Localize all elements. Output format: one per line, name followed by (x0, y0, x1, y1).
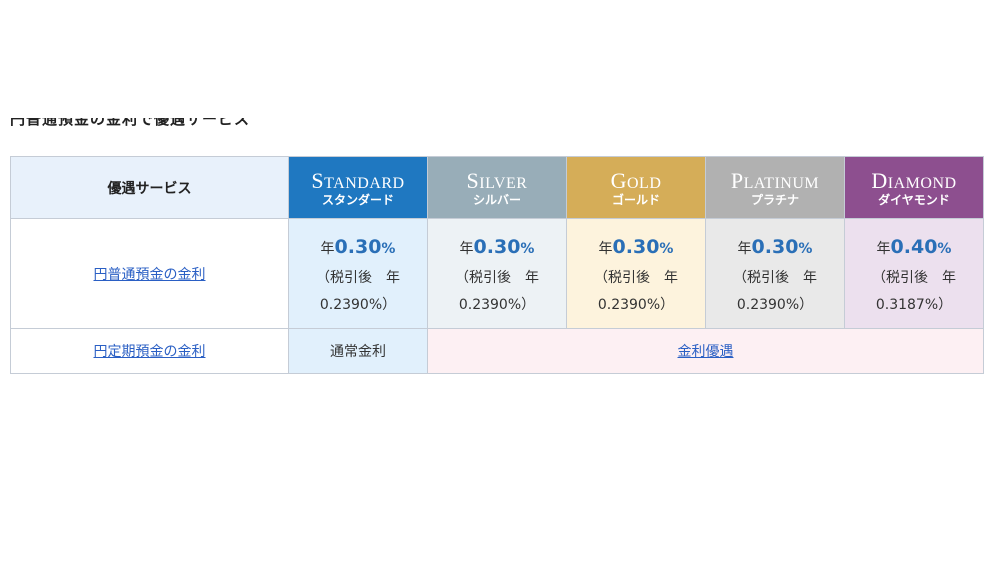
section-heading-cut: 円普通預金の金利で優遇サービス (10, 118, 310, 136)
rate-cell-platinum: 年0.30% （税引後 年 0.2390%） (705, 218, 845, 329)
table-row-time-deposit: 円定期預金の金利 通常金利 金利優遇 (10, 328, 984, 374)
time-deposit-standard: 通常金利 (288, 328, 428, 374)
header-label: 優遇サービス (10, 156, 289, 219)
time-deposit-preferential-cell: 金利優遇 (427, 328, 984, 374)
rate-cell-standard: 年0.30% （税引後 年 0.2390%） (288, 218, 428, 329)
time-deposit-rate-link[interactable]: 円定期預金の金利 (94, 344, 206, 360)
service-table: 優遇サービス STANDARD スタンダード SILVER シルバー GOLD … (10, 156, 984, 374)
tier-standard: STANDARD スタンダード (288, 156, 428, 219)
rate-cell-silver: 年0.30% （税引後 年 0.2390%） (427, 218, 567, 329)
ordinary-deposit-rate-link[interactable]: 円普通預金の金利 (94, 267, 206, 283)
table-header-row: 優遇サービス STANDARD スタンダード SILVER シルバー GOLD … (10, 156, 984, 219)
rate-cell-gold: 年0.30% （税引後 年 0.2390%） (566, 218, 706, 329)
tier-diamond: DIAMOND ダイヤモンド (844, 156, 984, 219)
tier-silver: SILVER シルバー (427, 156, 567, 219)
rate-cell-diamond: 年0.40% （税引後 年 0.3187%） (844, 218, 984, 329)
section-heading-text: 円普通預金の金利で優遇サービス (10, 118, 251, 128)
preferential-rate-link[interactable]: 金利優遇 (678, 344, 734, 360)
tier-gold: GOLD ゴールド (566, 156, 706, 219)
table-row-ordinary: 円普通預金の金利 年0.30% （税引後 年 0.2390%） 年0.30% （… (10, 218, 984, 329)
tier-platinum: PLATINUM プラチナ (705, 156, 845, 219)
